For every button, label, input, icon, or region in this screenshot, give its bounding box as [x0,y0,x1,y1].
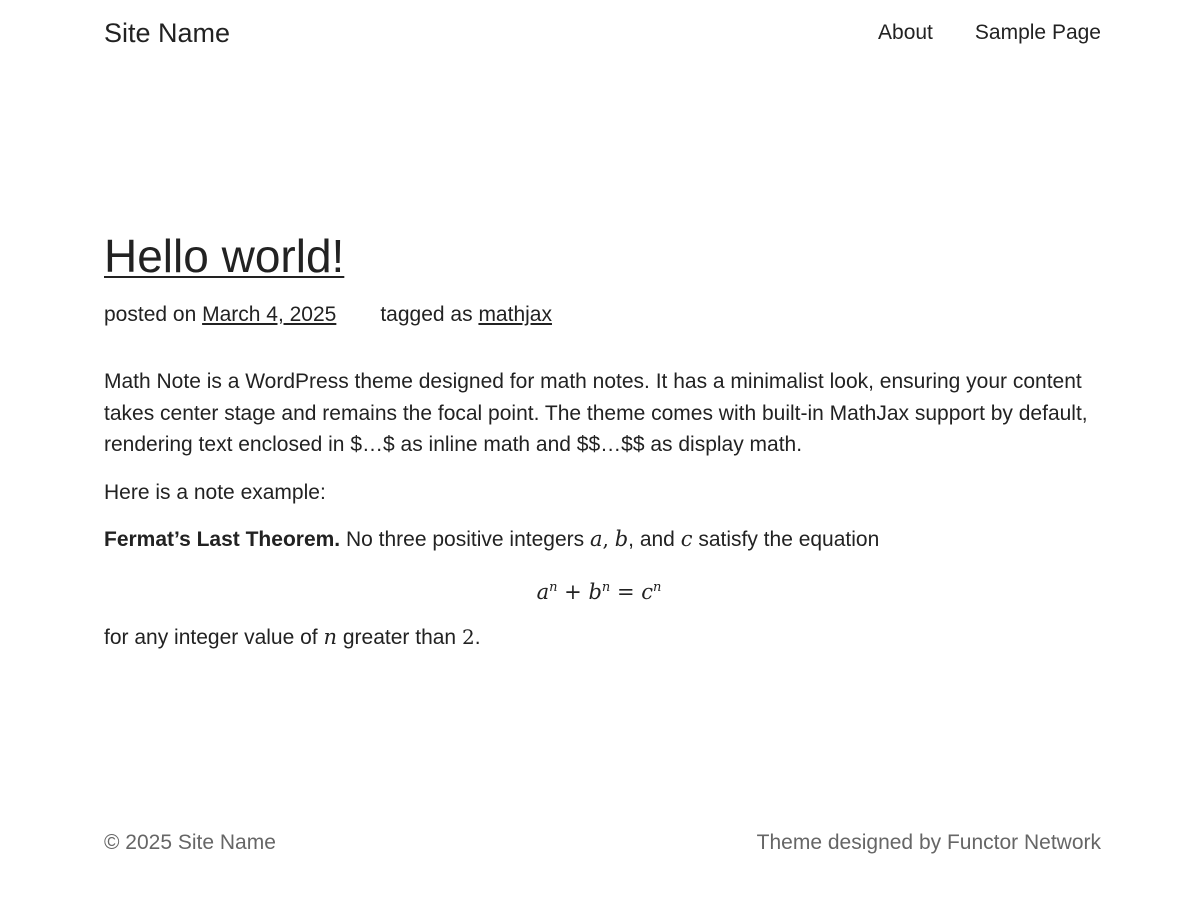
closing-text-middle: greater than [342,625,457,649]
eq-b: b [588,579,602,604]
closing-paragraph: for any integer value of n greater than … [104,622,1094,654]
theorem-text-after: satisfy the equation [698,528,880,551]
post-content: Math Note is a WordPress theme designed … [104,366,1094,669]
post-meta: posted on March 4, 2025 tagged as mathja… [104,302,552,328]
display-equation: an + bn = cn [104,572,1094,612]
tagged-as-prefix: tagged as [380,303,473,326]
post-title-link[interactable]: Hello world! [104,230,344,282]
closing-period: . [474,625,481,649]
nav-item-sample-page[interactable]: Sample Page [975,20,1101,46]
eq-exp-1: n [549,579,558,595]
posted-on-prefix: posted on [104,303,197,326]
tag-link-mathjax[interactable]: mathjax [478,303,552,326]
footer-credit: Theme designed by Functor Network [757,830,1101,856]
theorem-name: Fermat’s Last Theorem. [104,528,341,551]
eq-exp-3: n [653,579,662,595]
eq-c: c [641,579,654,604]
eq-plus: + [564,579,582,604]
post-title: Hello world! [104,228,344,284]
tagged-as: tagged as mathjax [380,302,552,328]
math-var-b: b [614,527,629,551]
math-comma: , [602,527,609,551]
eq-a: a [536,579,550,604]
math-var-a: a [589,527,603,551]
footer-copyright: © 2025 Site Name [104,831,276,854]
theorem-and: , and [628,528,675,551]
page: Site Name About Sample Page Hello world!… [0,0,1200,900]
closing-text-before: for any integer value of [104,625,318,649]
math-number-2: 2 [461,624,475,649]
footer-credit-link[interactable]: Theme designed by Functor Network [757,831,1101,854]
nav-item-about[interactable]: About [878,20,933,46]
eq-exp-2: n [601,579,611,595]
eq-equals: = [616,579,635,604]
math-var-c: c [680,527,693,551]
post-date-link[interactable]: March 4, 2025 [202,303,336,326]
example-paragraph: Here is a note example: [104,480,326,504]
theorem-paragraph: Fermat’s Last Theorem. No three positive… [104,524,1094,556]
intro-paragraph: Math Note is a WordPress theme designed … [104,370,1088,456]
primary-nav: About Sample Page [878,20,1101,46]
math-var-n: n [323,624,338,649]
site-name-link[interactable]: Site Name [104,16,230,50]
theorem-text-before: No three positive integers [345,528,585,551]
posted-on: posted on March 4, 2025 [104,302,336,328]
